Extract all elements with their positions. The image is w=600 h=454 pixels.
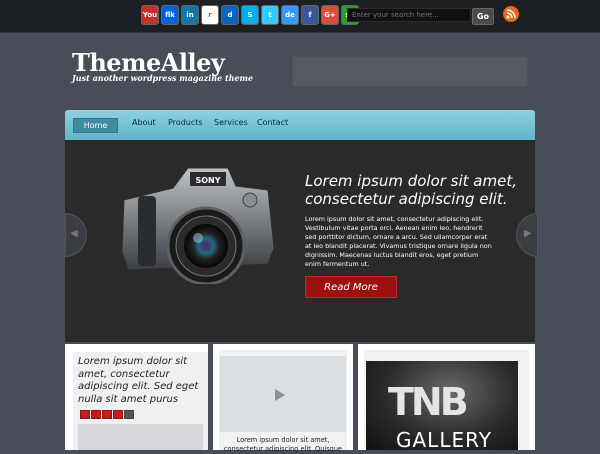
nav-item-contact[interactable]: Contact <box>257 118 288 127</box>
digg-icon[interactable]: d <box>221 5 239 25</box>
delicious-icon[interactable]: de <box>281 5 299 25</box>
video-caption: Lorem ipsum dolor sit amet, consectetur … <box>223 436 343 453</box>
main-nav: Home About Products Services Contact <box>65 110 535 140</box>
gallery-label: GALLERY <box>396 428 492 452</box>
rss-icon[interactable] <box>503 6 519 22</box>
nav-item-about[interactable]: About <box>132 118 156 127</box>
camera-brand-text: SONY <box>195 176 220 185</box>
search-input[interactable] <box>347 8 471 22</box>
star-rating <box>80 410 134 419</box>
skype-icon[interactable]: S <box>241 5 259 25</box>
star-icon <box>102 410 112 419</box>
star-icon <box>113 410 123 419</box>
post-thumbnail[interactable] <box>78 424 203 450</box>
star-icon <box>80 410 90 419</box>
facebook-icon[interactable]: f <box>301 5 319 25</box>
flickr-icon[interactable]: flk <box>161 5 179 25</box>
post-title[interactable]: Lorem ipsum dolor sit amet, consectetur … <box>78 356 203 406</box>
slide-text: Lorem ipsum dolor sit amet, consectetur … <box>305 215 492 268</box>
twitter-icon[interactable]: t <box>261 5 279 25</box>
site-tagline: Just another wordpress magazine theme <box>72 73 254 83</box>
nav-item-services[interactable]: Services <box>214 118 248 127</box>
reddit-icon[interactable]: r <box>201 5 219 25</box>
star-icon <box>91 410 101 419</box>
google-plus-icon[interactable]: G+ <box>321 5 339 25</box>
camera-image: SONY <box>121 167 275 284</box>
youtube-icon[interactable]: You <box>141 5 159 25</box>
social-icons: YouflkinrdStdefG+su <box>141 5 359 25</box>
slide-title: Lorem ipsum dolor sit amet, consectetur … <box>305 172 517 208</box>
gallery-logo: TNB <box>388 380 469 424</box>
header-ad-banner <box>292 56 528 87</box>
search-go-button[interactable]: Go <box>472 8 494 25</box>
star-icon <box>124 410 134 419</box>
read-more-button[interactable]: Read More <box>305 276 397 298</box>
linkedin-icon[interactable]: in <box>181 5 199 25</box>
nav-item-products[interactable]: Products <box>168 118 203 127</box>
top-bar: YouflkinrdStdefG+su Go <box>0 0 600 33</box>
play-icon[interactable] <box>275 389 285 401</box>
nav-item-home[interactable]: Home <box>73 118 118 133</box>
